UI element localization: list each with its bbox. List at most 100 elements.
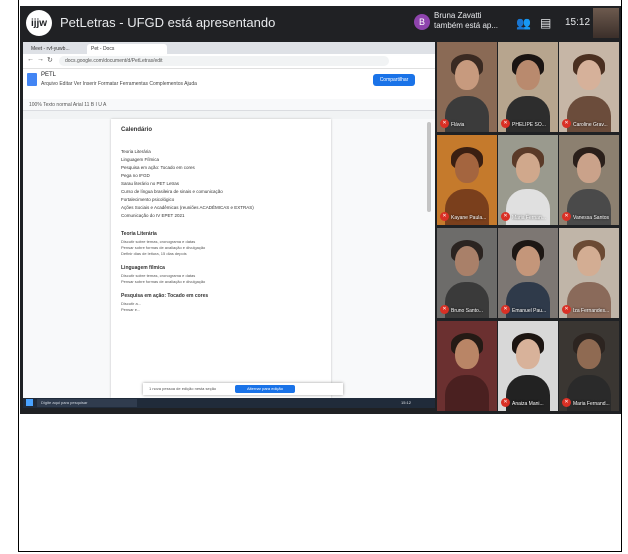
participant-face [577, 246, 601, 276]
participant-name: Caroline Grav... [573, 122, 608, 128]
doc-page[interactable]: Calendário Teoria Literária Linguagem Fí… [111, 119, 331, 398]
mic-muted-icon: ✕ [501, 119, 510, 128]
url-field[interactable]: docs.google.com/document/d/PetLetras/edi… [59, 56, 389, 66]
presenter-status: também está ap... [434, 21, 499, 30]
participant-face [455, 246, 479, 276]
mic-muted-icon: ✕ [501, 398, 510, 407]
participant-face [577, 339, 601, 369]
doc-bullet: Pesquisa em ação: Tocado em cores [121, 165, 195, 170]
address-bar: ← → ↻ docs.google.com/document/d/PetLetr… [23, 54, 435, 69]
doc-bullet: Teoria Literária [121, 149, 151, 154]
doc-section-title: Linguagem fílmica [121, 265, 165, 271]
doc-section-title: Teoria Literária [121, 231, 157, 237]
switch-edit-button[interactable]: Alternar para edição [235, 385, 295, 393]
windows-start-icon[interactable] [26, 399, 33, 406]
meet-logo: ijjw [26, 10, 52, 36]
browser-tab-strip: Meet - rvf-yuwb... Pet - Docs [23, 42, 435, 54]
participant-tile[interactable] [437, 321, 497, 411]
doc-paragraph: Pensar sobre formas de avaliação e divul… [121, 279, 206, 284]
doc-title[interactable]: PETL [41, 72, 56, 78]
docs-header: PETL Arquivo Editar Ver Inserir Formatar… [23, 69, 435, 99]
mic-muted-icon: ✕ [562, 212, 571, 221]
taskbar-search[interactable]: Digite aqui para pesquisar [37, 399, 137, 407]
docs-canvas: Calendário Teoria Literária Linguagem Fí… [23, 119, 435, 398]
participant-face [516, 153, 540, 183]
windows-taskbar: Digite aqui para pesquisar 15:12 [23, 398, 435, 408]
participant-tile[interactable]: ✕ Maria Fernan... [498, 135, 558, 225]
docs-logo-icon[interactable] [27, 73, 37, 86]
participant-name: Anaiza Mani... [512, 401, 544, 407]
participant-face [455, 153, 479, 183]
participant-tile[interactable]: ✕ Anaiza Mani... [498, 321, 558, 411]
presentation-title: PetLetras - UFGD está apresentando [60, 15, 276, 30]
mic-muted-icon: ✕ [440, 212, 449, 221]
participant-face [455, 339, 479, 369]
participant-name: Maria Fernan... [512, 215, 546, 221]
reload-icon[interactable]: ↻ [47, 56, 53, 64]
shared-browser-window: Meet - rvf-yuwb... Pet - Docs ← → ↻ docs… [23, 42, 435, 408]
participant-tile[interactable]: ✕ Maria Fernand... [559, 321, 619, 411]
participant-name: Flávia [451, 122, 465, 128]
mic-muted-icon: ✕ [562, 119, 571, 128]
presenter-name: Bruna Zavatti [434, 11, 482, 20]
docs-ruler [23, 111, 435, 119]
doc-bullet: Comunicação do IV EPET 2021 [121, 213, 185, 218]
self-video-thumbnail[interactable] [593, 8, 619, 38]
participant-face [516, 339, 540, 369]
presenter-info[interactable]: Bruna Zavatti também está ap... [434, 11, 498, 31]
doc-bullet: Curso de língua brasileira de sinais e c… [121, 189, 223, 194]
doc-paragraph: Discutir a... [121, 301, 142, 306]
browser-tab-active[interactable]: Pet - Docs [87, 44, 167, 54]
mic-muted-icon: ✕ [562, 398, 571, 407]
doc-paragraph: Pensar sobre formas de avaliação e divul… [121, 245, 206, 250]
doc-bullet: Ações Sociais e Acadêmicas (reuniões ACA… [121, 205, 254, 210]
participant-grid: ✕ Flávia ✕ PHELIPE SO... ✕ Caroline Grav... ✕ K… [437, 42, 621, 414]
browser-tab[interactable]: Meet - rvf-yuwb... [27, 44, 85, 54]
meet-clock: 15:12 [565, 17, 591, 28]
participant-body [445, 375, 489, 411]
participant-name: Emanuel Pau... [512, 308, 547, 314]
participant-name: Vanessa Santos [573, 215, 610, 221]
mic-muted-icon: ✕ [440, 305, 449, 314]
participant-tile[interactable]: ✕ Bruno Santo... [437, 228, 497, 318]
participant-tile[interactable]: ✕ Emanuel Pau... [498, 228, 558, 318]
share-button[interactable]: Compartilhar [373, 74, 415, 86]
mic-muted-icon: ✕ [440, 119, 449, 128]
participant-name: Bruno Santo... [451, 308, 483, 314]
participant-tile[interactable]: ✕ Caroline Grav... [559, 42, 619, 132]
mic-muted-icon: ✕ [562, 305, 571, 314]
participant-face [577, 60, 601, 90]
participant-face [516, 246, 540, 276]
forward-icon[interactable]: → [37, 56, 44, 63]
people-icon[interactable]: 👥 [516, 16, 531, 30]
doc-bullet: Fortalecimento psicológico [121, 197, 175, 202]
doc-bullet: Sarau literário no PET Letras [121, 181, 179, 186]
doc-bullet: Linguagem Fílmica [121, 157, 160, 162]
participant-tile[interactable]: ✕ PHELIPE SO... [498, 42, 558, 132]
doc-scrollbar[interactable] [427, 122, 431, 212]
docs-toolbar[interactable]: 100% Texto normal Arial 11 B I U A [23, 99, 435, 111]
participant-face [577, 153, 601, 183]
participant-name: Iza Fernandes... [573, 308, 610, 314]
presenter-avatar[interactable]: B [414, 14, 430, 30]
back-icon[interactable]: ← [27, 56, 34, 63]
participant-face [455, 60, 479, 90]
participant-tile[interactable]: ✕ Iza Fernandes... [559, 228, 619, 318]
participant-face [516, 60, 540, 90]
meet-top-bar: ijjw PetLetras - UFGD está apresentando … [20, 6, 621, 40]
doc-paragraph: Discutir sobre temas, cronograma e datas [121, 273, 196, 278]
participant-tile[interactable]: ✕ Kayane Paula... [437, 135, 497, 225]
doc-section-title: Pesquisa em ação: Tocado em cores [121, 293, 209, 299]
doc-paragraph: Pensar e... [121, 307, 141, 312]
snackbar-text: 1 nova pessoa de edição nesta seção [149, 386, 217, 391]
participant-tile[interactable]: ✕ Flávia [437, 42, 497, 132]
participant-tile[interactable]: ✕ Vanessa Santos [559, 135, 619, 225]
docs-menu-bar[interactable]: Arquivo Editar Ver Inserir Formatar Ferr… [41, 81, 197, 87]
taskbar-clock: 15:12 [401, 400, 412, 405]
participant-name: PHELIPE SO... [512, 122, 546, 128]
doc-bullet: Pega no IFGD [121, 173, 150, 178]
mic-muted-icon: ✕ [501, 212, 510, 221]
mic-muted-icon: ✕ [501, 305, 510, 314]
meet-screenshot: ijjw PetLetras - UFGD está apresentando … [20, 6, 621, 414]
chat-icon[interactable]: ▤ [540, 16, 551, 30]
